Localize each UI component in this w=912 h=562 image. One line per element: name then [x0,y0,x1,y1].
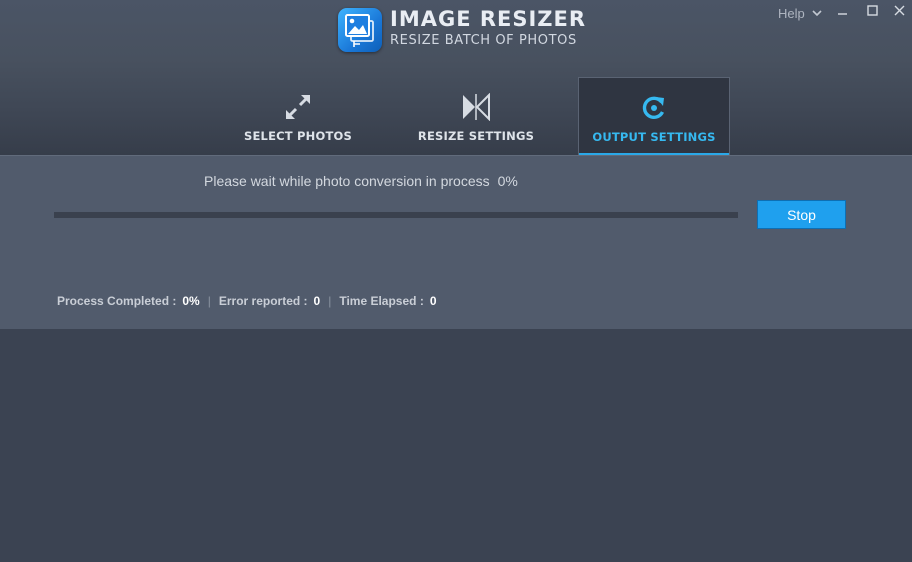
chevron-down-icon [812,10,822,17]
stop-button[interactable]: Stop [757,200,846,229]
progress-bar [54,212,738,218]
status-message: Please wait while photo conversion in pr… [204,173,518,189]
help-label: Help [778,6,805,21]
completed-label: Process Completed : [57,294,177,308]
help-menu[interactable]: Help [778,6,822,21]
completed-value: 0% [182,294,200,308]
maximize-icon[interactable] [865,4,881,18]
error-label: Error reported : [218,294,308,308]
minimize-icon[interactable] [835,4,851,18]
app-header: IMAGE RESIZER RESIZE BATCH OF PHOTOS Hel… [0,0,912,155]
refresh-icon [642,96,665,119]
stats-divider: | [328,294,332,308]
tab-output-settings[interactable]: OUTPUT SETTINGS [578,77,730,155]
elapsed-label: Time Elapsed : [339,294,424,308]
tab-resize-settings-label: RESIZE SETTINGS [417,129,535,143]
error-value: 0 [313,294,321,308]
tab-output-settings-label: OUTPUT SETTINGS [592,130,716,144]
app-logo-icon [338,8,382,52]
status-message-text: Please wait while photo conversion in pr… [204,173,490,189]
elapsed-value: 0 [429,294,437,308]
tab-resize-settings[interactable]: RESIZE SETTINGS [400,77,552,155]
close-icon[interactable] [892,4,908,18]
stats-divider: | [207,294,211,308]
tab-select-photos[interactable]: SELECT PHOTOS [222,77,374,155]
progress-panel: Please wait while photo conversion in pr… [0,155,912,329]
tab-select-photos-label: SELECT PHOTOS [244,129,352,143]
app-title: IMAGE RESIZER [390,7,587,31]
resize-bowtie-icon [463,93,490,121]
app-subtitle: RESIZE BATCH OF PHOTOS [390,33,577,48]
process-stats: Process Completed : 0% | Error reported … [57,294,437,308]
status-percent: 0% [497,173,518,189]
expand-arrows-icon [286,95,310,119]
